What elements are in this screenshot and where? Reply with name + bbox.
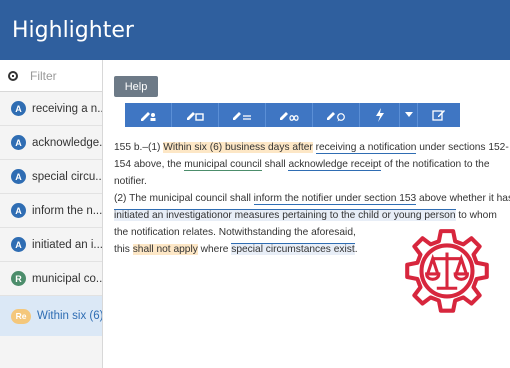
- sidebar-item-label: receiving a n...: [32, 102, 102, 115]
- sidebar-item-label: acknowledge...: [32, 136, 102, 149]
- text-run: (2) The municipal council shall: [114, 193, 254, 204]
- filter-box[interactable]: Filter: [0, 60, 102, 92]
- text-run: shall: [261, 159, 289, 170]
- text-run: 155 b.–(1): [114, 142, 164, 153]
- text-run: this: [114, 244, 133, 255]
- sidebar-item[interactable]: A special circu...: [0, 160, 102, 194]
- sidebar-item[interactable]: A receiving a n...: [0, 92, 102, 126]
- sidebar-item-selected[interactable]: Re Within six (6) ...: [0, 296, 102, 336]
- text-line: initiated an investigationor measures pe…: [114, 207, 506, 224]
- pencil-box-icon[interactable]: [172, 103, 219, 127]
- gear-scales-logo-icon: [405, 229, 489, 313]
- text-run: above whether it has: [416, 193, 510, 204]
- text-line: notifier.: [114, 173, 506, 190]
- sidebar-item-label: special circu...: [32, 170, 102, 183]
- highlight-shall-not-apply[interactable]: shall not apply: [132, 244, 198, 255]
- sidebar-item-label: Within six (6) ...: [37, 310, 102, 322]
- annotation-inform-notifier[interactable]: inform the notifier under section 153: [253, 193, 417, 205]
- pencil-comment-icon[interactable]: [313, 103, 360, 127]
- annotation-initiated-investigation[interactable]: initiated an investigationor measures pe…: [114, 209, 456, 221]
- text-run: the notification relates. Notwithstandin…: [114, 227, 356, 238]
- annotation-badge: A: [11, 135, 26, 150]
- caret-down-icon[interactable]: [400, 103, 418, 127]
- text-line: 154 above, the municipal council shall a…: [114, 156, 506, 173]
- text-run: under sections 152-: [416, 142, 509, 153]
- sidebar-item-label: inform the n...: [32, 204, 102, 217]
- sidebar-item-label: initiated an i...: [32, 238, 102, 251]
- sidebar: Filter A receiving a n... A acknowledge.…: [0, 60, 103, 368]
- text-run: of the notification to the: [381, 159, 490, 170]
- text-run: where: [197, 244, 232, 255]
- app-title: Highlighter: [12, 18, 134, 43]
- annotation-receiving-notification[interactable]: receiving a notification: [315, 142, 417, 154]
- text-run: 154 above, the: [114, 159, 185, 170]
- text-run: to whom: [455, 210, 497, 221]
- help-button[interactable]: Help: [114, 76, 158, 97]
- header-bar: Highlighter: [0, 0, 510, 60]
- sidebar-item[interactable]: R municipal co...: [0, 262, 102, 296]
- sidebar-item[interactable]: A acknowledge...: [0, 126, 102, 160]
- annotation-toolbar: [125, 103, 460, 127]
- edit-icon[interactable]: [418, 103, 460, 127]
- text-line: (2) The municipal council shall inform t…: [114, 190, 510, 207]
- sidebar-item[interactable]: A initiated an i...: [0, 228, 102, 262]
- text-run: .: [354, 244, 358, 255]
- annotation-badge: A: [11, 101, 26, 116]
- sidebar-item[interactable]: A inform the n...: [0, 194, 102, 228]
- sidebar-item-label: municipal co...: [32, 272, 102, 285]
- lightning-icon[interactable]: [360, 103, 400, 127]
- text-line: 155 b.–(1) Within six (6) business days …: [114, 139, 509, 156]
- highlight-within-six-days[interactable]: Within six (6) business days after: [163, 142, 313, 153]
- text-run: notifier.: [114, 176, 147, 187]
- annotation-badge: A: [11, 203, 26, 218]
- annotation-special-circumstances[interactable]: special circumstances exist: [231, 243, 355, 255]
- filter-icon: [8, 70, 18, 81]
- annotation-badge: R: [11, 271, 26, 286]
- annotation-badge: Re: [11, 308, 31, 324]
- annotation-badge: A: [11, 237, 26, 252]
- filter-input[interactable]: Filter: [30, 69, 57, 83]
- pencil-equals-icon[interactable]: [219, 103, 266, 127]
- annotation-municipal-council[interactable]: municipal council: [184, 159, 262, 171]
- pencil-person-icon[interactable]: [125, 103, 172, 127]
- annotation-acknowledge-receipt[interactable]: acknowledge receipt: [288, 159, 382, 171]
- annotation-badge: A: [11, 169, 26, 184]
- pencil-infinity-icon[interactable]: [266, 103, 313, 127]
